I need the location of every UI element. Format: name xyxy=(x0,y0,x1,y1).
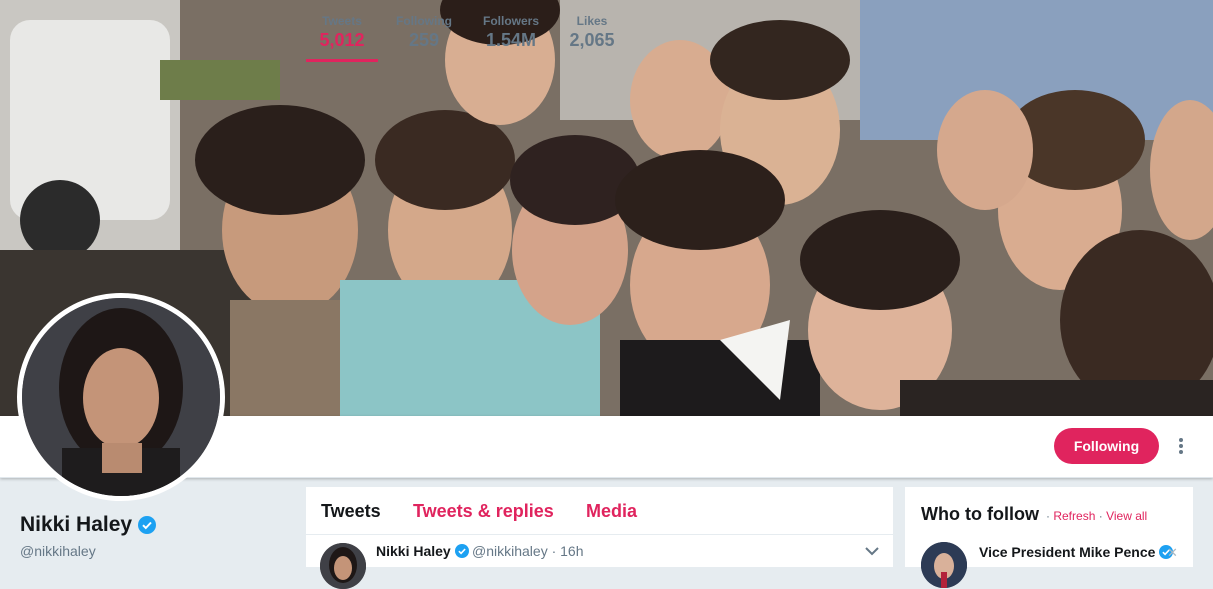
profile-name: Nikki Haley xyxy=(20,513,157,537)
tab-tweets-replies[interactable]: Tweets & replies xyxy=(413,501,554,522)
timeline-tabs: Tweets Tweets & replies Media xyxy=(306,487,893,535)
tweet-meta: @nikkihaley · 16h xyxy=(472,543,584,559)
stat-likes[interactable]: Likes 2,065 xyxy=(560,0,624,62)
profile-handle[interactable]: @nikkihaley xyxy=(20,543,96,559)
stat-tweets-value: 5,012 xyxy=(319,30,365,50)
verified-badge-icon xyxy=(454,544,469,558)
dismiss-suggestion-icon[interactable]: ✕ xyxy=(1167,545,1178,561)
profile-photo-image xyxy=(22,298,220,496)
timeline-card: Tweets Tweets & replies Media Nikki Hale… xyxy=(306,487,893,589)
chevron-down-icon[interactable] xyxy=(864,545,880,557)
stat-likes-label: Likes xyxy=(576,14,608,28)
refresh-link[interactable]: Refresh xyxy=(1053,509,1095,523)
tweet-author-name-text: Nikki Haley xyxy=(376,543,451,559)
who-to-follow-title: Who to follow xyxy=(921,504,1039,524)
stat-following-value: 259 xyxy=(408,30,440,50)
who-to-follow-links: · Refresh · View all xyxy=(1046,509,1147,523)
vertical-dots-icon[interactable] xyxy=(1172,435,1190,457)
tab-tweets[interactable]: Tweets xyxy=(321,501,381,522)
stat-likes-value: 2,065 xyxy=(569,30,615,50)
suggestion-name-text: Vice President Mike Pence xyxy=(979,544,1156,560)
profile-name-text: Nikki Haley xyxy=(20,513,133,536)
tweet-author-avatar[interactable] xyxy=(320,543,366,589)
suggestion-avatar[interactable] xyxy=(921,542,967,588)
stat-tweets-label: Tweets xyxy=(322,14,362,28)
stat-followers[interactable]: Followers 1.54M xyxy=(474,0,548,62)
tweet-author-handle[interactable]: @nikkihaley xyxy=(472,543,548,559)
stat-following-label: Following xyxy=(396,14,452,28)
wtf-separator: · xyxy=(1046,509,1050,523)
wtf-separator: · xyxy=(1098,509,1103,523)
verified-badge-icon xyxy=(138,516,157,534)
tab-media[interactable]: Media xyxy=(586,501,637,522)
stat-followers-label: Followers xyxy=(482,14,539,28)
tweet-meta-separator: · xyxy=(551,543,557,559)
tweet-author-name[interactable]: Nikki Haley xyxy=(376,543,469,559)
profile-avatar[interactable] xyxy=(17,293,225,501)
stat-tweets[interactable]: Tweets 5,012 xyxy=(306,0,378,62)
tweet-timestamp[interactable]: 16h xyxy=(560,543,583,559)
tweet-header: Nikki Haley @nikkihaley · 16h xyxy=(306,535,893,589)
suggestion-name[interactable]: Vice President Mike Pence xyxy=(979,544,1174,560)
view-all-link[interactable]: View all xyxy=(1106,509,1147,523)
who-to-follow-card: Who to follow · Refresh · View all Vice … xyxy=(905,487,1193,588)
following-button[interactable]: Following xyxy=(1054,428,1159,464)
stat-following[interactable]: Following 259 xyxy=(388,0,460,62)
stat-followers-value: 1.54M xyxy=(485,30,537,50)
